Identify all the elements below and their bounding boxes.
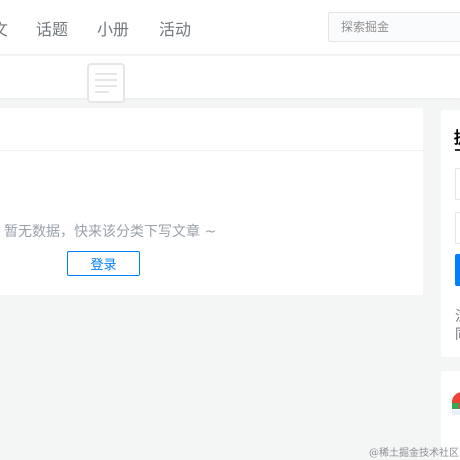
nav-link-truncated[interactable]: 文 bbox=[0, 16, 8, 40]
title-underline bbox=[455, 149, 460, 151]
sidebar-text-line-1: 注 bbox=[455, 306, 460, 326]
watermark-text: @稀土掘金技术社区 bbox=[369, 448, 459, 459]
sidebar-card: 提 注 同 bbox=[441, 110, 460, 357]
empty-document-icon bbox=[87, 63, 125, 103]
sidebar-input-2[interactable] bbox=[455, 212, 460, 244]
nav-link-topics[interactable]: 话题 bbox=[36, 16, 68, 40]
promo-logo-icon bbox=[452, 392, 460, 415]
sidebar-card-title: 提 bbox=[454, 124, 460, 148]
sidebar-text-line-2: 同 bbox=[455, 324, 460, 344]
article-list-header bbox=[0, 108, 423, 151]
empty-state-text: 暂无数据，快来该分类下写文章 ~ bbox=[4, 224, 217, 240]
search-box[interactable] bbox=[328, 12, 460, 42]
search-input[interactable] bbox=[341, 20, 460, 34]
article-list-card bbox=[0, 108, 423, 295]
nav-link-events[interactable]: 活动 bbox=[159, 16, 191, 40]
nav-link-booklets[interactable]: 小册 bbox=[97, 16, 129, 40]
top-navbar: 文 话题 小册 活动 bbox=[0, 0, 460, 55]
sidebar-submit-button[interactable] bbox=[455, 254, 460, 286]
category-bar bbox=[0, 56, 460, 98]
page: 文 话题 小册 活动 暂无数据，快来该分类下写文章 ~ 登录 提 注 同 bbox=[0, 0, 460, 460]
sidebar-input-1[interactable] bbox=[455, 168, 460, 200]
login-button[interactable]: 登录 bbox=[67, 251, 140, 276]
